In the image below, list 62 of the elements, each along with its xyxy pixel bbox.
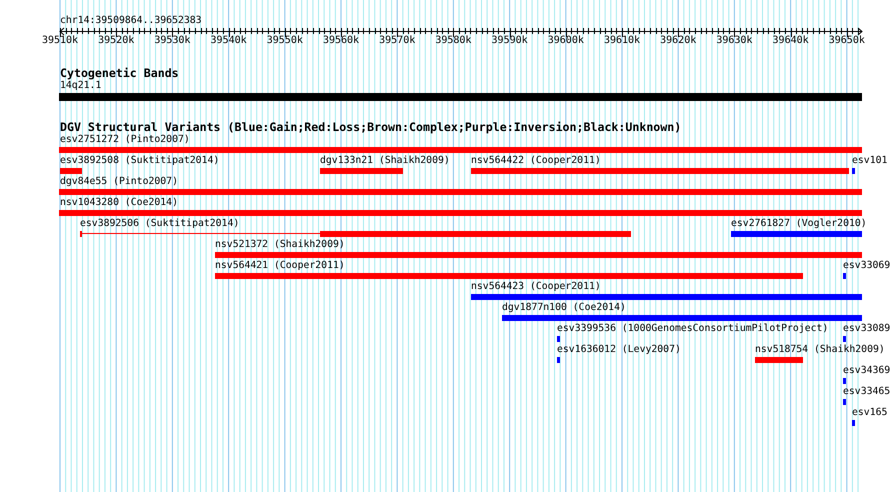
variant-label: esv3399536 (1000GenomesConsortiumPilotProject) bbox=[557, 323, 828, 335]
band-label: 14q21.1 bbox=[60, 80, 102, 92]
tick-label: 39620k bbox=[660, 35, 696, 47]
locus-label: chr14:39509864..39652383 bbox=[60, 15, 202, 27]
variant-bar[interactable] bbox=[59, 210, 862, 216]
variant-bar[interactable] bbox=[557, 357, 560, 363]
variant-bar[interactable] bbox=[60, 168, 82, 174]
tick-label: 39600k bbox=[548, 35, 584, 47]
variant-bar[interactable] bbox=[852, 168, 855, 174]
variant-label: nsv564421 (Cooper2011) bbox=[215, 260, 345, 272]
track-title: DGV Structural Variants (Blue:Gain;Red:Loss;Brown:Complex;Purple:Inversion;Black:Unknown) bbox=[60, 121, 682, 134]
variant-bar[interactable] bbox=[557, 336, 560, 342]
tick-label: 39630k bbox=[716, 35, 752, 47]
variant-bar[interactable] bbox=[215, 273, 803, 279]
variant-label: esv33069 bbox=[843, 260, 890, 272]
variant-label: esv33089 bbox=[843, 323, 890, 335]
variant-bar[interactable] bbox=[843, 273, 846, 279]
tick-label: 39610k bbox=[604, 35, 640, 47]
variant-bar[interactable] bbox=[59, 147, 862, 153]
variant-bar[interactable] bbox=[502, 315, 862, 321]
tick-label: 39530k bbox=[154, 35, 190, 47]
variant-label: dgv1877n100 (Coe2014) bbox=[502, 302, 626, 314]
band-bar[interactable] bbox=[59, 93, 862, 101]
variant-label: esv33465 bbox=[843, 386, 890, 398]
tick-label: 39540k bbox=[210, 35, 247, 47]
track-title: Cytogenetic Bands bbox=[60, 67, 179, 80]
variant-label: esv34369 bbox=[843, 365, 890, 377]
variant-bar[interactable] bbox=[320, 231, 631, 237]
variant-label: esv165 bbox=[852, 407, 888, 419]
tick-label: 39590k bbox=[492, 35, 528, 47]
variant-label: nsv564422 (Cooper2011) bbox=[471, 155, 601, 167]
tick-label: 39550k bbox=[266, 35, 303, 47]
tick-label: 39560k bbox=[322, 35, 360, 47]
variant-bar[interactable] bbox=[843, 378, 846, 384]
variant-bar[interactable] bbox=[852, 420, 855, 426]
variant-bar[interactable] bbox=[471, 168, 849, 174]
variant-label: nsv564423 (Cooper2011) bbox=[471, 281, 601, 293]
variant-label: esv101 bbox=[852, 155, 888, 167]
variant-label: dgv84e55 (Pinto2007) bbox=[60, 176, 178, 188]
tick-label: 39520k bbox=[98, 35, 134, 47]
variant-bar[interactable] bbox=[320, 168, 403, 174]
variant-bar[interactable] bbox=[843, 336, 846, 342]
variant-label: dgv133n21 (Shaikh2009) bbox=[320, 155, 450, 167]
variant-label: esv3892508 (Suktitipat2014) bbox=[60, 155, 220, 167]
variant-label: esv1636012 (Levy2007) bbox=[557, 344, 681, 356]
variant-label: nsv1043280 (Coe2014) bbox=[60, 197, 178, 209]
variant-label: esv2761827 (Vogler2010) bbox=[731, 218, 867, 230]
variant-label: esv3892506 (Suktitipat2014) bbox=[80, 218, 240, 230]
variant-bar[interactable] bbox=[843, 399, 846, 405]
variant-bar[interactable] bbox=[731, 231, 862, 237]
variant-label: nsv518754 (Shaikh2009) bbox=[755, 344, 885, 356]
variant-label: esv2751272 (Pinto2007) bbox=[60, 134, 190, 146]
tick-label: 39650k bbox=[828, 35, 865, 47]
tick-label: 39570k bbox=[379, 35, 416, 47]
tick-label: 39640k bbox=[772, 35, 809, 47]
variant-label: nsv521372 (Shaikh2009) bbox=[215, 239, 345, 251]
variant-bar[interactable] bbox=[215, 252, 862, 258]
variant-bar[interactable] bbox=[755, 357, 803, 363]
tick-label: 39580k bbox=[435, 35, 472, 47]
variant-bar[interactable] bbox=[59, 189, 862, 195]
variant-bar[interactable] bbox=[471, 294, 862, 300]
tick-label: 39510k bbox=[42, 35, 78, 47]
